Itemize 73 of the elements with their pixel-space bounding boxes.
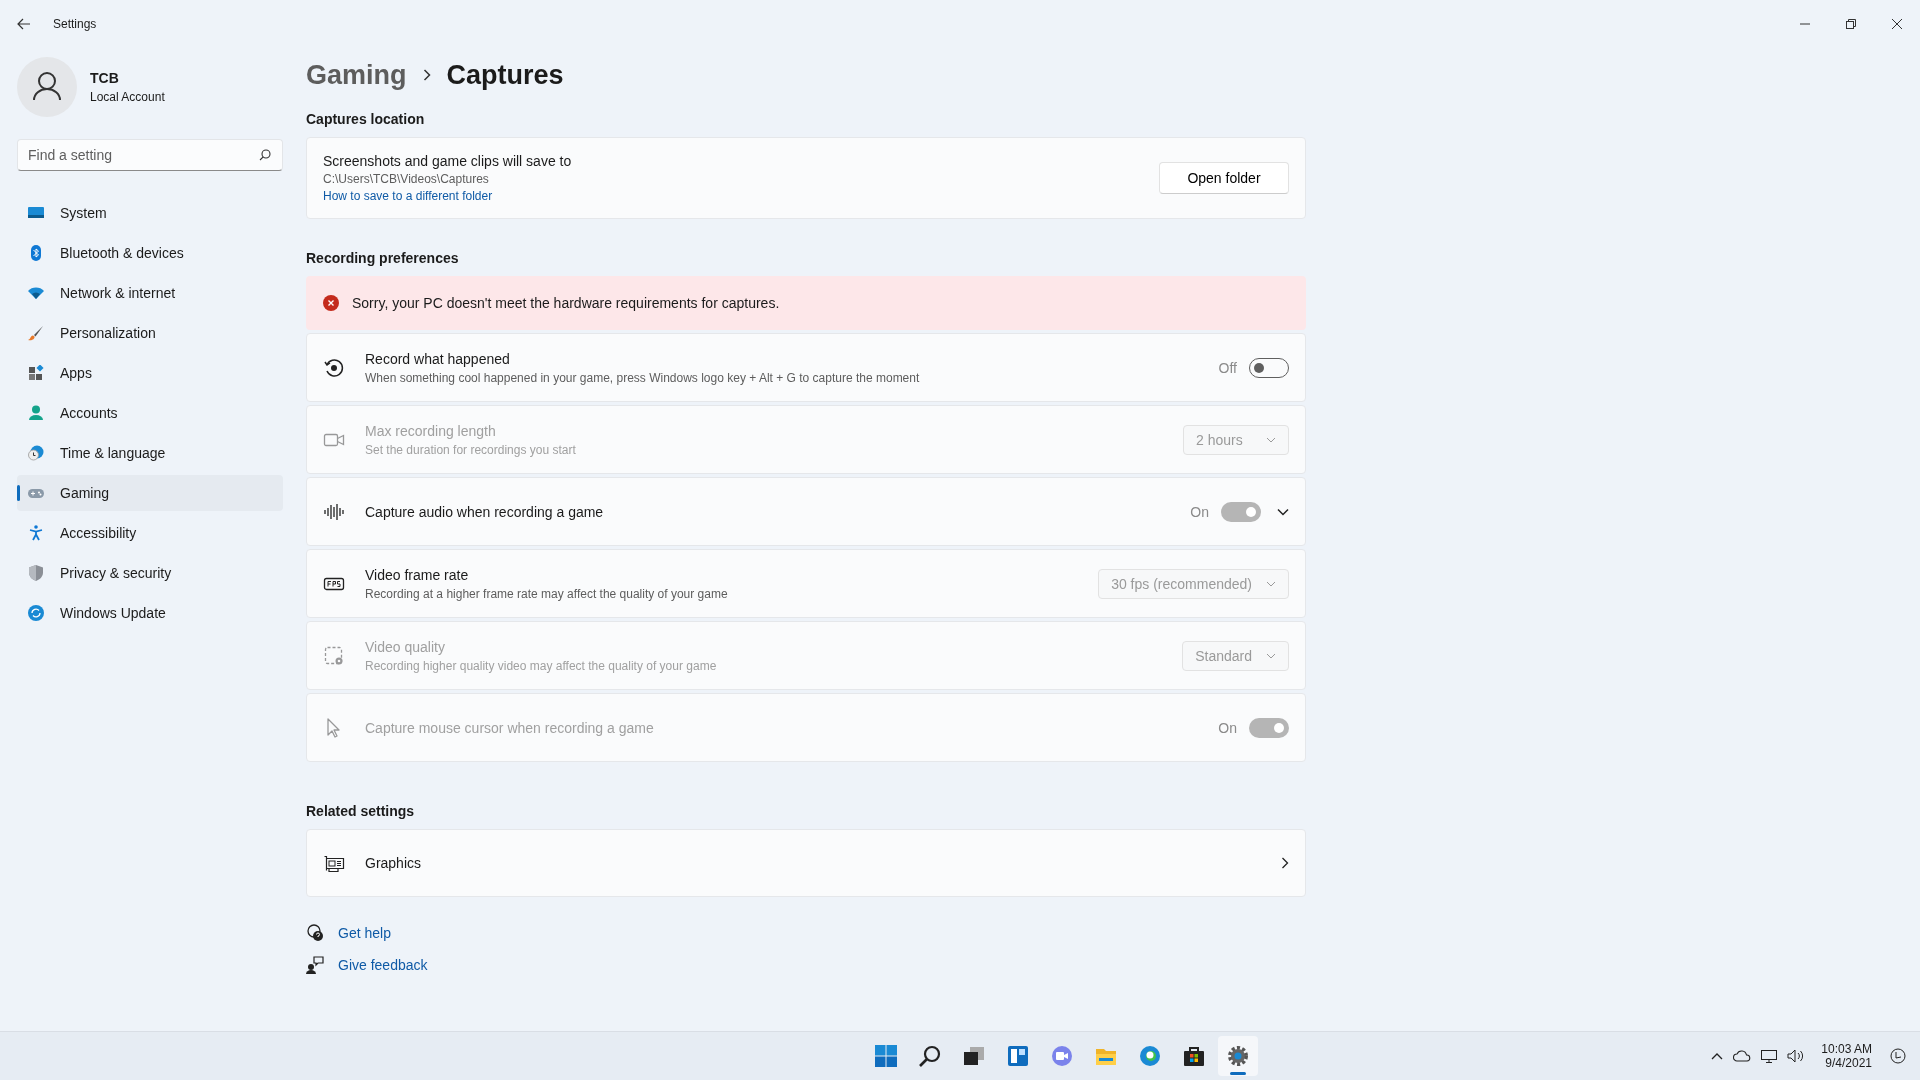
nav-item[interactable]: Gaming <box>17 475 283 511</box>
nav-item[interactable]: Accounts <box>17 395 283 431</box>
nav-item[interactable]: Time & language <box>17 435 283 471</box>
section-heading: Related settings <box>306 803 416 819</box>
location-title: Screenshots and game clips will save to <box>323 153 573 169</box>
accessibility-icon <box>28 525 44 541</box>
help-link[interactable]: Get help <box>338 925 391 941</box>
chevron-down-icon <box>1266 652 1276 659</box>
breadcrumb-link[interactable]: Gaming <box>306 59 407 91</box>
nav-item[interactable]: Bluetooth & devices <box>17 235 283 271</box>
section-heading: Recording preferences <box>306 250 460 266</box>
help-link[interactable]: How to save to a different folder <box>323 189 1159 203</box>
setting-title: Video quality <box>365 638 446 655</box>
setting-title: Video frame rate <box>365 566 470 583</box>
user-name: TCB <box>90 70 120 86</box>
bluetooth-icon <box>28 245 44 261</box>
shield-icon <box>28 565 44 581</box>
help-link[interactable]: Give feedback <box>338 957 428 973</box>
chevron-right-icon <box>422 69 431 81</box>
clock[interactable]: 10:03 AM 9/4/2021 <box>1821 1042 1872 1070</box>
chevron-down-icon <box>1266 436 1276 443</box>
feedback-icon <box>306 956 324 974</box>
open-folder-button[interactable]: Open folder <box>1159 162 1289 194</box>
settings-icon[interactable] <box>1218 1036 1258 1076</box>
window-title: Settings <box>53 17 97 31</box>
setting-title: Capture audio when recording a game <box>365 503 605 520</box>
globe-clock-icon <box>28 445 44 461</box>
account-type: Local Account <box>90 90 165 104</box>
related-setting[interactable]: Graphics <box>306 829 1306 897</box>
restore-icon[interactable] <box>1846 19 1856 29</box>
search-field[interactable]: Find a setting <box>17 139 283 171</box>
setting-description: Recording higher quality video may affect the quality of your game <box>365 658 718 673</box>
chevron-right-icon <box>1281 857 1289 869</box>
avatar-icon <box>17 57 77 117</box>
sync-icon <box>28 605 44 621</box>
nav-item[interactable]: Network & internet <box>17 275 283 311</box>
toggle-state: On <box>1218 719 1237 736</box>
toggle-state: On <box>1190 503 1209 520</box>
nav-item[interactable]: Personalization <box>17 315 283 351</box>
setting-description: Set the duration for recordings you start <box>365 442 577 457</box>
folder-path: C:\Users\TCB\Videos\Captures <box>323 172 490 186</box>
close-icon[interactable] <box>1892 19 1902 29</box>
wifi-icon <box>28 285 44 301</box>
setting-title: Capture mouse cursor when recording a game <box>365 719 655 736</box>
nav-item[interactable]: Windows Update <box>17 595 283 631</box>
page-title: Captures <box>446 59 564 91</box>
search-icon[interactable] <box>259 149 271 161</box>
chevron-up-icon[interactable] <box>1711 1052 1724 1060</box>
nav-item[interactable]: System <box>17 195 283 231</box>
nav-item[interactable]: Apps <box>17 355 283 391</box>
section-heading: Captures location <box>306 111 426 127</box>
nav-item[interactable]: Accessibility <box>17 515 283 551</box>
video-quality-icon <box>323 644 345 667</box>
error-message: Sorry, your PC doesn't meet the hardware requirements for captures. <box>352 295 780 311</box>
nav-item[interactable]: Privacy & security <box>17 555 283 591</box>
notification-icon[interactable] <box>1890 1048 1906 1064</box>
back-icon[interactable] <box>17 18 31 30</box>
error-icon <box>323 295 339 311</box>
toggle-state: Off <box>1218 359 1237 376</box>
replay-icon <box>323 356 345 379</box>
apps-icon <box>28 365 44 381</box>
setting-title: Max recording length <box>365 422 497 439</box>
chevron-down-icon[interactable] <box>1277 507 1289 516</box>
help-icon <box>306 924 324 942</box>
speaker-icon[interactable] <box>1787 1049 1806 1063</box>
cloud-icon[interactable] <box>1733 1050 1752 1062</box>
setting-title: Record what happened <box>365 350 511 367</box>
person-icon <box>28 405 44 421</box>
setting-description: Recording at a higher frame rate may affect the quality of your game <box>365 586 729 601</box>
monitor-icon[interactable] <box>1761 1049 1778 1063</box>
chevron-down-icon <box>1266 580 1276 587</box>
system-icon <box>28 205 44 221</box>
setting-description: When something cool happened in your game, press Windows logo key + Alt + G to capture the moment <box>365 370 921 385</box>
